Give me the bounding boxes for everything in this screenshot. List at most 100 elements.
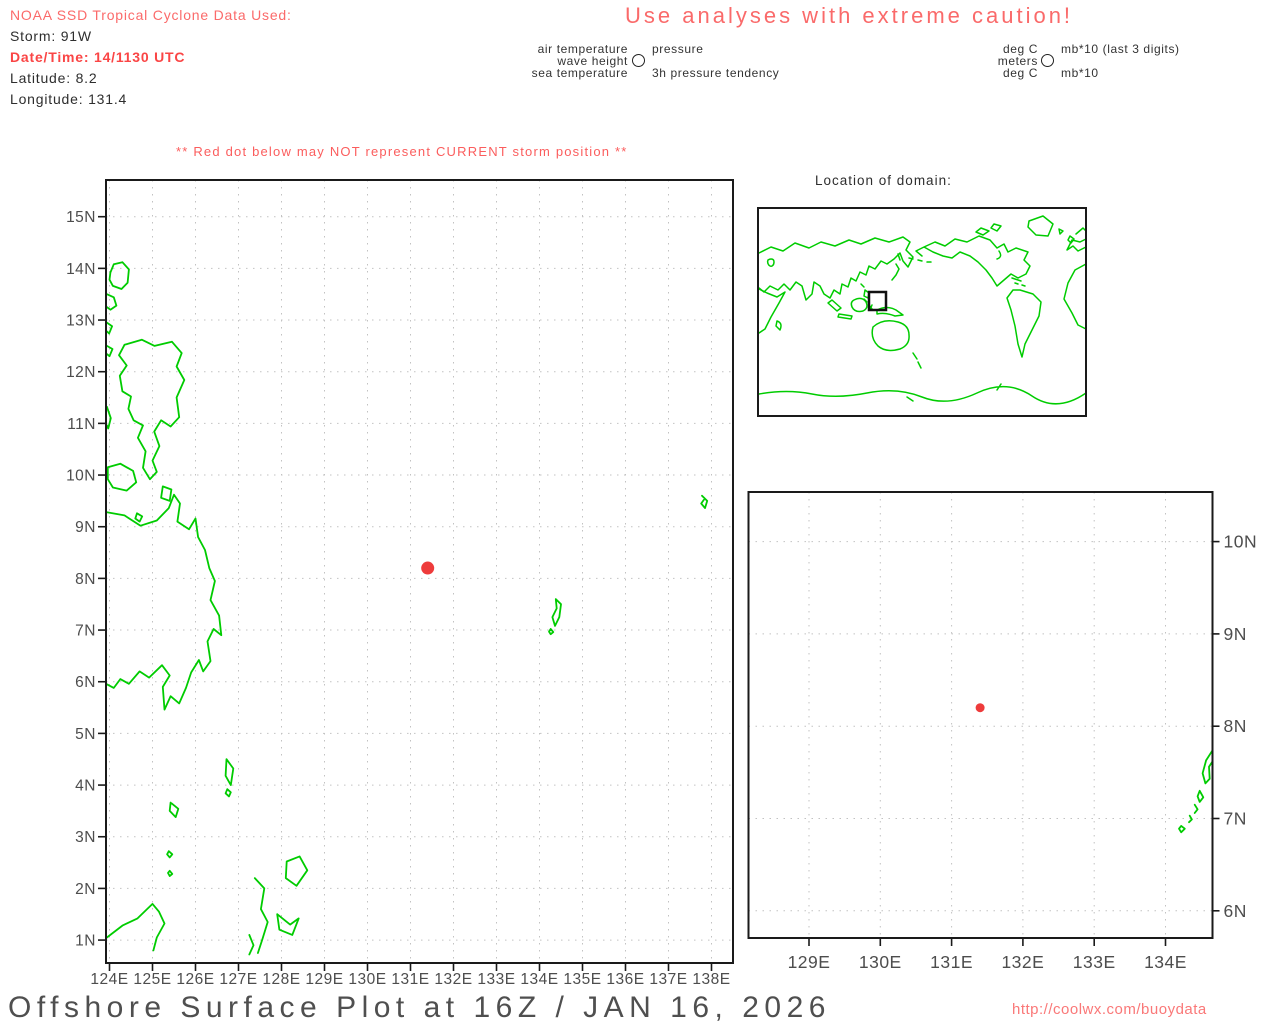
world-domain-map [757,207,1087,417]
lat-tick-label: 9N [75,519,96,536]
coastline [1196,789,1205,803]
coastline [108,261,130,290]
storm-position-warning: ** Red dot below may NOT represent CURRE… [176,144,628,159]
lon-tick-label: 134E [1144,952,1187,972]
coastline [1193,803,1199,814]
lon-tick-label: 130E [859,952,902,972]
coastline-sumatra-java [827,299,853,320]
lat-tick-label: 4N [75,778,96,795]
lon-tick-label: 125E [133,971,171,988]
lon-tick-label: 132E [1001,952,1044,972]
coastline-taiwan [860,283,865,288]
lat-tick-label: 15N [66,209,96,226]
lon-tick-label: 137E [649,971,687,988]
coastline-antarctica [758,383,1087,405]
coastline-group [1178,749,1213,834]
coastline [134,512,144,523]
lon-tick-label: 132E [434,971,472,988]
coastline [1201,749,1213,785]
inset-zoom-map: 10N 9N 8N 7N 6N 129E 130E 131E 132E 133E 134E [747,491,1258,972]
coastline-caspian [766,258,775,267]
coastline [248,934,255,956]
coastline [1178,825,1186,834]
coastline [224,788,232,798]
coastline [166,850,174,859]
storm-position-dot [421,561,435,575]
coastline [106,462,138,492]
source-url: http://coolwx.com/buoydata [1012,1001,1207,1018]
lat-tick-label: 8N [1224,716,1247,736]
lon-tick-label: 131E [391,971,429,988]
domain-map-title: Location of domain: [815,173,952,188]
lat-tick-label: 3N [75,829,96,846]
world-coastlines [758,215,1087,405]
lon-tick-label: 133E [1073,952,1116,972]
map-frame [747,491,1214,939]
coastline-greenland [1027,215,1064,237]
lat-tick-label: 10N [66,468,96,485]
coastline [106,293,118,311]
lat-tick-label: 10N [1224,532,1258,552]
station-circle-icon [1041,54,1054,67]
coastline [224,758,235,786]
coastline-africa-east [758,288,786,334]
map-frame [105,179,734,964]
coastline [284,855,309,887]
lon-tick-label: 126E [176,971,214,988]
lat-tick-label: 11N [67,416,96,433]
lon-tick-label: 127E [219,971,257,988]
storm-longitude-label: Longitude: 131.4 [10,91,128,107]
lat-tick-label: 6N [1224,901,1247,921]
lon-tick-label: 135E [563,971,601,988]
coastline [106,903,166,952]
lon-tick-label: 133E [477,971,515,988]
coastline-africa-west [1063,263,1087,330]
lon-tick-label: 129E [788,952,831,972]
world-map-frame [757,207,1087,417]
lon-tick-label: 131E [930,952,973,972]
lat-tick-label: 2N [75,881,96,898]
station-circle-icon [632,54,645,67]
storm-latitude-label: Latitude: 8.2 [10,70,98,86]
legend-pressure-label: pressure [652,42,704,56]
storm-datetime-label: Date/Time: 14/1130 UTC [10,49,186,65]
lat-tick-label: 13N [66,313,96,330]
coastline-arctic-islands [975,223,1002,236]
legend-sea-temperature-label: sea temperature [531,66,628,80]
legend-mb10-last3-label: mb*10 (last 3 digits) [1061,42,1180,56]
coastline-eurasia [758,236,914,301]
lon-tick-label: 138E [692,971,730,988]
lat-tick-label: 8N [75,571,96,588]
lat-tick-label: 7N [1224,809,1247,829]
coastline [276,913,300,936]
lon-tick-label: 128E [262,971,300,988]
coastline [106,405,112,430]
lat-tick-label: 5N [75,726,96,743]
coastline [168,801,180,818]
lat-tick-label: 9N [1224,624,1247,644]
caution-title: Use analyses with extreme caution! [625,3,1074,28]
lon-tick-label: 130E [348,971,386,988]
data-source-title: NOAA SSD Tropical Cyclone Data Used: [10,7,292,23]
coastline [548,628,555,636]
offshore-surface-plot-page: { "data_header": { "line1": "NOAA SSD Tr… [0,0,1280,1024]
lon-tick-label: 129E [305,971,343,988]
main-surface-map: 15N 14N 13N 12N 11N 10N 9N 8N 7N 6N 5N 4N 3N 2N 1N 124E… [66,179,734,988]
coastline [167,869,174,877]
lat-tick-label: 12N [66,364,96,381]
lon-tick-label: 124E [90,971,128,988]
coastline [160,485,173,502]
plot-title: Offshore Surface Plot at 16Z / JAN 16, 2… [8,991,831,1024]
coastline [253,877,269,954]
legend-degc-bottom-label: deg C [1002,66,1038,80]
storm-id-label: Storm: 91W [10,28,92,44]
coastline-south-america [1006,289,1042,358]
legend-mb10-label: mb*10 [1061,66,1099,80]
coastline [106,345,114,358]
lat-tick-label: 14N [66,261,96,278]
coastline-group [106,261,709,956]
lon-tick-label: 134E [520,971,558,988]
coastline [700,494,709,509]
coastline [551,598,562,627]
legend-pressure-tendency-label: 3h pressure tendency [652,66,780,80]
